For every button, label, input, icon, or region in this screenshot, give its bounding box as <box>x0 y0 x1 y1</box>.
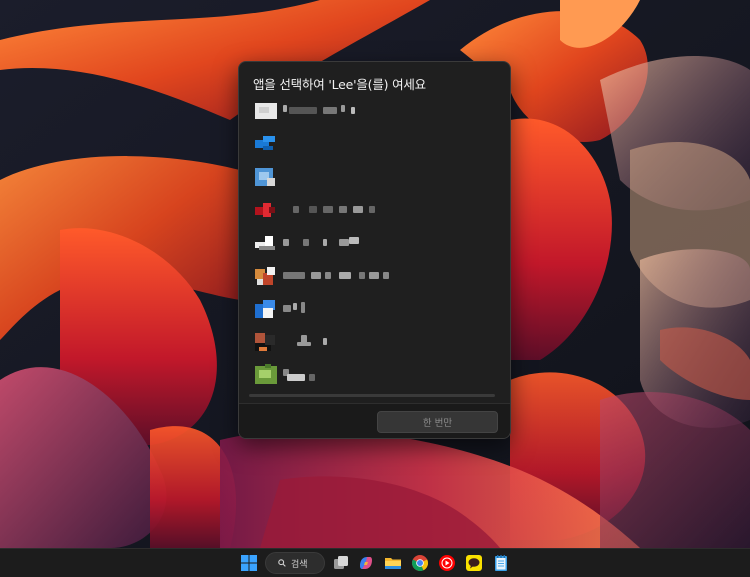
file-explorer-icon[interactable] <box>384 554 402 572</box>
app-name-blurred <box>283 302 497 313</box>
app-icon-mono <box>255 232 277 254</box>
app-name-blurred <box>283 272 497 280</box>
task-view-icon[interactable] <box>332 554 350 572</box>
app-name-blurred <box>283 335 497 346</box>
app-list-item[interactable] <box>249 261 497 291</box>
just-once-button[interactable]: 한 번만 <box>377 411 498 433</box>
chrome-icon[interactable] <box>411 554 429 572</box>
app-icon-green <box>255 364 277 386</box>
app-icon-orange <box>255 265 277 287</box>
open-with-dialog: 앱을 선택하여 'Lee'을(를) 여세요 한 번만 <box>238 61 511 439</box>
app-list-item[interactable] <box>249 360 497 390</box>
search-icon <box>278 559 286 567</box>
notepad-icon[interactable] <box>492 554 510 572</box>
app-list-item[interactable] <box>249 228 497 258</box>
app-icon-lightblue <box>255 166 277 188</box>
app-name-blurred <box>283 206 497 214</box>
app-icon-red <box>255 199 277 221</box>
app-list-item[interactable] <box>249 96 497 126</box>
dialog-title: 앱을 선택하여 'Lee'을(를) 여세요 <box>253 77 426 92</box>
app-list-item[interactable] <box>249 162 497 192</box>
taskbar-search-box[interactable]: 검색 <box>265 552 325 574</box>
app-name-blurred <box>283 105 497 115</box>
app-list <box>239 96 510 396</box>
app-name-blurred <box>283 237 497 247</box>
dialog-footer: 한 번만 <box>239 403 510 438</box>
app-icon-blue-white <box>255 298 277 320</box>
taskbar: 검색 <box>0 548 750 577</box>
app-icon-brown-black <box>255 331 277 353</box>
app-list-item[interactable] <box>249 327 497 357</box>
app-list-item[interactable] <box>249 294 497 324</box>
copilot-icon[interactable] <box>357 554 375 572</box>
windows-start-icon[interactable] <box>240 554 258 572</box>
app-icon-white <box>255 100 277 122</box>
app-list-item[interactable] <box>249 195 497 225</box>
youtube-music-icon[interactable] <box>438 554 456 572</box>
app-icon-blue <box>255 133 277 155</box>
app-name-blurred <box>283 369 497 381</box>
list-scrollbar[interactable] <box>249 394 495 397</box>
app-list-item[interactable] <box>249 129 497 159</box>
kakaotalk-icon[interactable] <box>465 554 483 572</box>
search-label: 검색 <box>291 559 308 570</box>
